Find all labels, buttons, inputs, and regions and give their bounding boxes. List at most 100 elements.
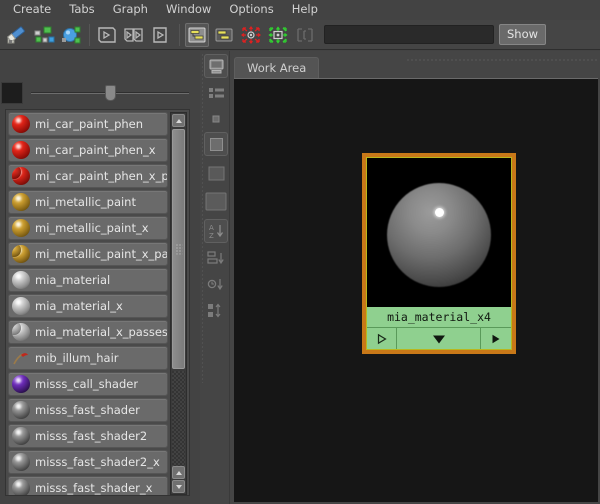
dark-sphere-icon <box>12 427 30 445</box>
graph-canvas[interactable]: mia_material_x4 <box>234 78 598 502</box>
node-bottom-bar <box>367 327 511 349</box>
dark-sphere-icon <box>12 401 30 419</box>
list-item-label: mib_illum_hair <box>35 351 119 365</box>
swatch-passes-overlay <box>12 167 21 179</box>
sort-alphabetical-icon[interactable]: A Z <box>204 219 228 243</box>
swatch-highlight <box>15 377 22 384</box>
list-item-label: mia_material <box>35 273 111 287</box>
frame-selected-icon[interactable] <box>293 23 317 47</box>
list-item[interactable]: mia_material_x_passes <box>8 320 168 344</box>
list-item[interactable]: mi_metallic_paint_x <box>8 216 168 240</box>
swatch-highlight <box>15 299 22 306</box>
node-input-arrow-icon[interactable] <box>367 328 397 349</box>
input-connections-icon[interactable] <box>95 23 119 47</box>
list-item[interactable]: mi_car_paint_phen_x <box>8 138 168 162</box>
xlarge-swatch-icon[interactable] <box>204 189 228 213</box>
toolbar-separator-2 <box>179 23 180 46</box>
frame-all-icon[interactable] <box>266 23 290 47</box>
node-expand-arrow-icon[interactable] <box>397 328 481 349</box>
list-item-label: misss_fast_shader2 <box>35 429 148 443</box>
rearrange-graph-icon[interactable] <box>32 23 56 47</box>
list-item-label: mi_metallic_paint_x <box>35 221 149 235</box>
swatch-size-slider[interactable] <box>31 82 189 104</box>
slider-preview-swatch <box>1 82 23 104</box>
list-item[interactable]: mi_metallic_paint_x_pass... <box>8 242 168 266</box>
list-item[interactable]: misss_fast_shader2_x <box>8 450 168 474</box>
grey-sphere-icon <box>12 297 30 315</box>
swatch-highlight <box>15 117 22 124</box>
work-area-panel: Work Area mia_material_x4 <box>230 51 600 504</box>
list-item[interactable]: mi_metallic_paint <box>8 190 168 214</box>
clear-graph-icon[interactable] <box>5 23 29 47</box>
menu-create[interactable]: Create <box>4 1 60 19</box>
swatch-passes-overlay <box>12 245 21 257</box>
delete-unused-nodes-icon[interactable] <box>239 23 263 47</box>
list-item-label: mia_material_x_passes <box>35 325 167 339</box>
search-input[interactable] <box>324 25 494 44</box>
list-item[interactable]: misss_fast_shader_x <box>8 476 168 495</box>
material-list-scrollbar[interactable] <box>170 112 187 495</box>
output-connections-icon[interactable] <box>149 23 173 47</box>
list-view-icon[interactable] <box>204 82 228 106</box>
scrollbar-track[interactable] <box>172 371 185 479</box>
shader-node[interactable]: mia_material_x4 <box>362 153 516 354</box>
medium-swatch-icon[interactable] <box>204 132 228 156</box>
scroll-up-top-icon[interactable] <box>172 114 185 127</box>
list-item-label: mi_car_paint_phen_x_pa... <box>35 169 167 183</box>
list-item-label: mi_car_paint_phen <box>35 117 144 131</box>
list-item[interactable]: misss_fast_shader2 <box>8 424 168 448</box>
swatch-size-slider-row <box>0 78 199 108</box>
menu-options[interactable]: Options <box>220 1 282 19</box>
scrollbar-thumb[interactable] <box>172 129 185 369</box>
sort-by-time-icon[interactable] <box>204 273 228 297</box>
menu-window[interactable]: Window <box>157 1 220 19</box>
show-downstream-icon[interactable] <box>212 23 236 47</box>
node-title: mia_material_x4 <box>367 306 511 327</box>
grey-sphere-icon <box>12 271 30 289</box>
small-swatch-icon[interactable] <box>204 107 228 131</box>
dark-sphere-icon <box>12 479 30 495</box>
list-item-label: mi_metallic_paint <box>35 195 136 209</box>
list-item[interactable]: mib_illum_hair <box>8 346 168 370</box>
swatch-passes-overlay <box>12 323 21 335</box>
grey-sphere-passes-icon <box>12 323 30 341</box>
show-upstream-icon[interactable] <box>185 22 209 47</box>
gold-sphere-icon <box>12 219 30 237</box>
list-item[interactable]: misss_call_shader <box>8 372 168 396</box>
hair-strand-icon <box>12 349 30 367</box>
tab-strip: Work Area <box>230 57 600 79</box>
scroll-up-icon[interactable] <box>172 466 185 479</box>
list-item[interactable]: misss_fast_shader <box>8 398 168 422</box>
red-sphere-passes-icon <box>12 167 30 185</box>
show-button[interactable]: Show <box>499 24 547 45</box>
list-item[interactable]: mia_material_x <box>8 294 168 318</box>
menu-graph[interactable]: Graph <box>104 1 157 19</box>
swatch-highlight <box>15 403 22 410</box>
render-node-icon[interactable] <box>204 54 228 78</box>
node-output-arrow-icon[interactable] <box>481 328 511 349</box>
red-sphere-icon <box>12 141 30 159</box>
purple-sphere-icon <box>12 375 30 393</box>
menu-tabs[interactable]: Tabs <box>60 1 103 19</box>
toolbar: Show <box>0 20 600 50</box>
slider-handle[interactable] <box>105 85 116 101</box>
list-item-label: misss_fast_shader_x <box>35 481 153 495</box>
node-swatch-preview <box>367 158 511 306</box>
list-item-label: misss_fast_shader <box>35 403 140 417</box>
swatch-highlight <box>15 221 22 228</box>
tab-work-area[interactable]: Work Area <box>234 57 320 79</box>
list-item[interactable]: mia_material <box>8 268 168 292</box>
input-output-connections-icon[interactable] <box>122 23 146 47</box>
show-materials-icon[interactable] <box>59 23 83 47</box>
sort-by-type-icon[interactable] <box>204 247 228 271</box>
sort-reverse-icon[interactable] <box>204 299 228 323</box>
gold-sphere-icon <box>12 193 30 211</box>
list-item[interactable]: mi_car_paint_phen_x_pa... <box>8 164 168 188</box>
menu-bar: Create Tabs Graph Window Options Help <box>0 0 600 20</box>
scroll-down-icon[interactable] <box>172 480 185 493</box>
large-swatch-icon[interactable] <box>204 161 228 185</box>
material-list[interactable]: mi_car_paint_phen mi_car_paint_phen_x mi_c… <box>5 109 190 496</box>
panel-grip-dots <box>406 58 598 63</box>
list-item[interactable]: mi_car_paint_phen <box>8 112 168 136</box>
menu-help[interactable]: Help <box>283 1 327 19</box>
